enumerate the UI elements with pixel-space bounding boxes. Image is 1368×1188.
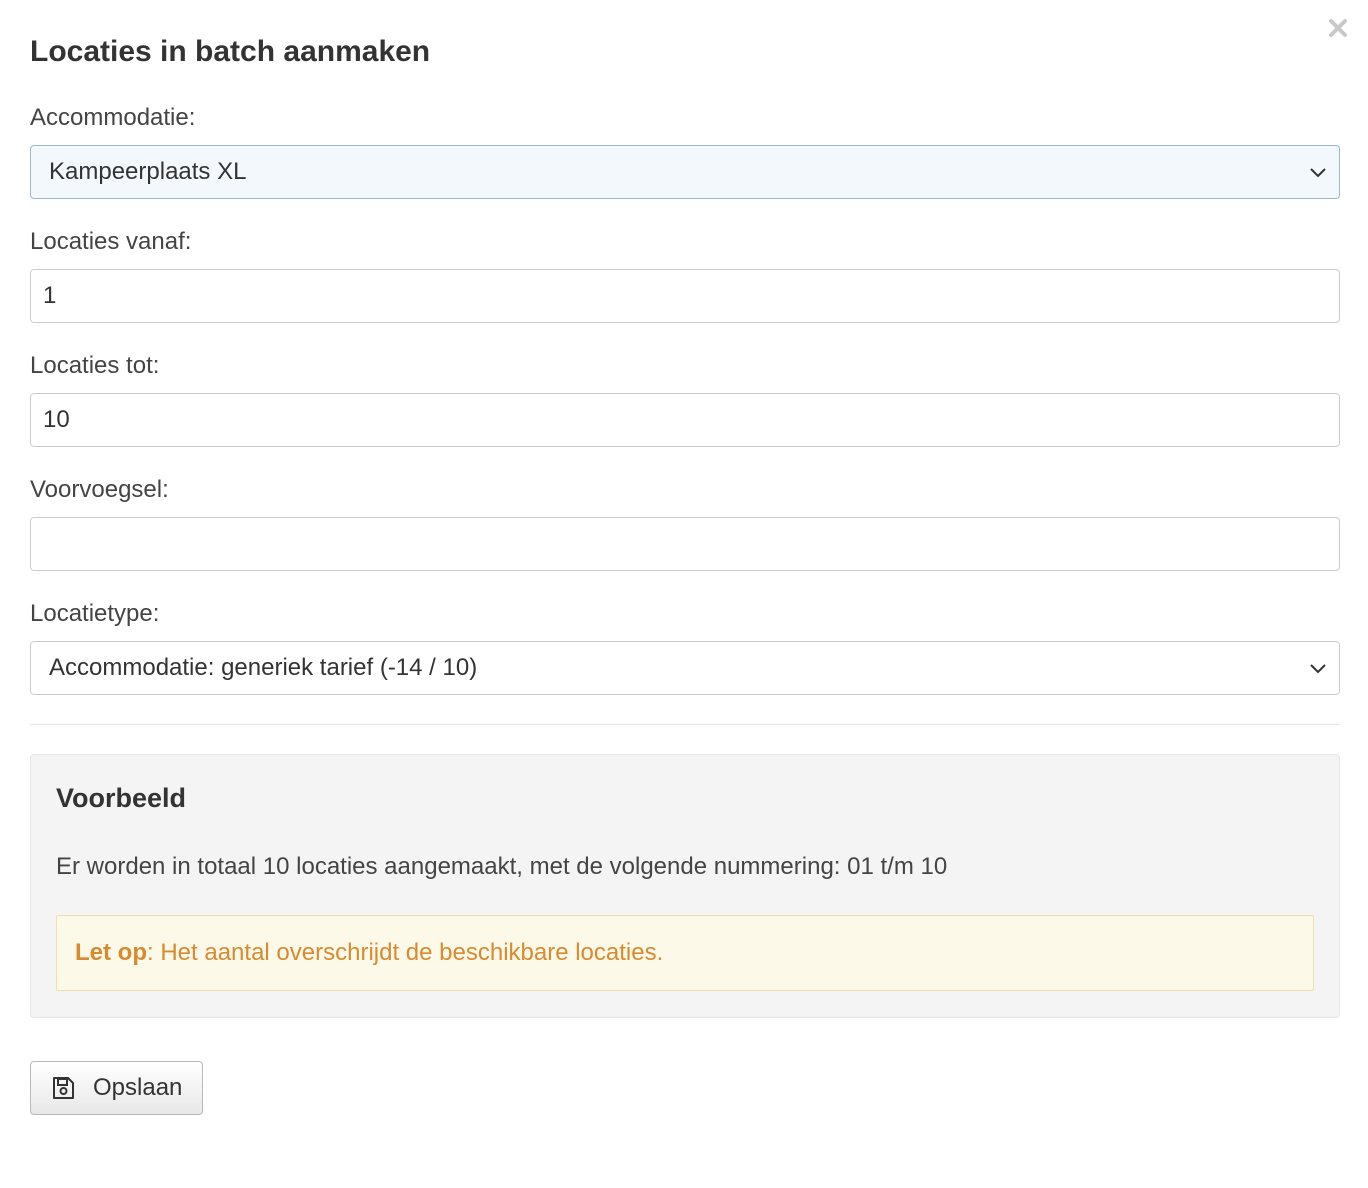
batch-create-dialog: Locaties in batch aanmaken Accommodatie:… bbox=[30, 30, 1340, 1115]
voorvoegsel-label: Voorvoegsel: bbox=[30, 476, 169, 503]
locatietype-label: Locatietype: bbox=[30, 600, 160, 627]
warning-alert: Let op : Het aantal overschrijdt de besc… bbox=[56, 915, 1314, 991]
divider bbox=[30, 724, 1340, 725]
dialog-title: Locaties in batch aanmaken bbox=[30, 35, 431, 68]
chevron-down-icon bbox=[1307, 161, 1329, 183]
accommodatie-select[interactable]: Kampeerplaats XL bbox=[30, 145, 1340, 199]
preview-text: Er worden in totaal 10 locaties aangemaa… bbox=[56, 853, 948, 880]
accommodatie-select-value: Kampeerplaats XL bbox=[49, 158, 247, 185]
save-button[interactable]: Opslaan bbox=[30, 1061, 203, 1115]
locaties-vanaf-input[interactable]: 1 bbox=[30, 269, 1340, 323]
chevron-down-icon bbox=[1307, 657, 1329, 679]
voorvoegsel-input[interactable] bbox=[30, 517, 1340, 571]
locaties-tot-value: 10 bbox=[43, 406, 70, 433]
floppy-disk-icon bbox=[51, 1076, 75, 1100]
locaties-vanaf-label: Locaties vanaf: bbox=[30, 228, 192, 255]
locaties-tot-label: Locaties tot: bbox=[30, 352, 160, 379]
warning-text: : Het aantal overschrijdt de beschikbare… bbox=[147, 939, 664, 966]
locaties-vanaf-value: 1 bbox=[43, 282, 57, 309]
accommodatie-label: Accommodatie: bbox=[30, 104, 196, 131]
save-button-label: Opslaan bbox=[93, 1074, 183, 1101]
preview-title: Voorbeeld bbox=[56, 783, 187, 813]
locatietype-select-value: Accommodatie: generiek tarief (-14 / 10) bbox=[49, 654, 478, 681]
locaties-tot-input[interactable]: 10 bbox=[30, 393, 1340, 447]
locatietype-select[interactable]: Accommodatie: generiek tarief (-14 / 10) bbox=[30, 641, 1340, 695]
preview-panel: Voorbeeld Er worden in totaal 10 locatie… bbox=[30, 754, 1340, 1018]
warning-strong: Let op bbox=[75, 939, 147, 966]
